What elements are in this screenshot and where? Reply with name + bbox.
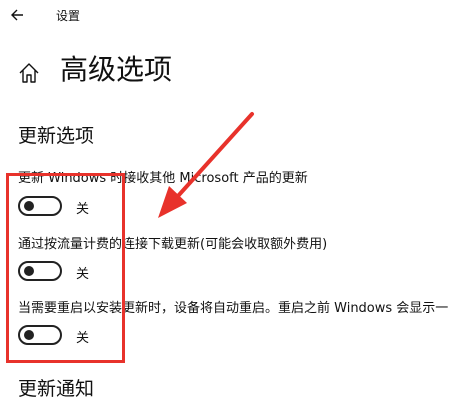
back-arrow-icon [11,9,23,21]
toggle-knob [24,201,34,211]
section-heading-update-notifications: 更新通知 [18,378,95,400]
toggle-state-label: 关 [76,331,90,346]
home-button[interactable] [16,60,42,86]
page-title: 高级选项 [60,53,173,86]
toggle-knob [24,266,34,276]
home-icon [19,63,39,83]
toggle-auto-restart[interactable] [18,325,62,345]
back-button[interactable] [6,4,30,26]
toggle-other-products[interactable] [18,196,62,216]
toggle-state-label: 关 [76,202,90,217]
window-title: 设置 [56,9,81,23]
setting-label-metered-connection: 通过按流量计费的连接下载更新(可能会收取额外费用) [18,237,328,252]
title-bar: 设置 [0,0,471,30]
toggle-metered-connection[interactable] [18,261,62,281]
setting-label-other-products: 更新 Windows 时接收其他 Microsoft 产品的更新 [18,171,308,186]
section-heading-update-options: 更新选项 [18,125,95,147]
toggle-state-label: 关 [76,267,90,282]
toggle-knob [24,330,34,340]
setting-label-auto-restart: 当需要重启以安装更新时，设备将自动重启。重启之前 Windows 会显示一 [18,301,449,316]
